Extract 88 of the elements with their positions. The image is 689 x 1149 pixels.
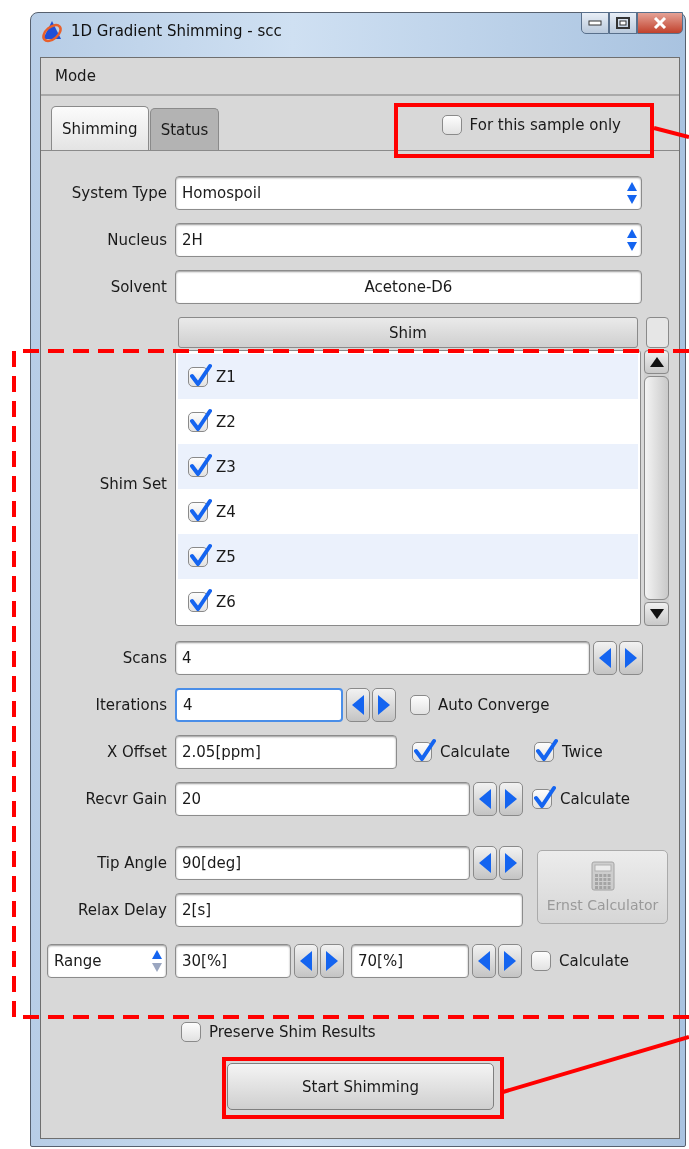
text-field[interactable]: 2.05[ppm] [175,735,397,769]
increase-button[interactable] [372,688,396,722]
decrease-button[interactable] [346,688,370,722]
header-corner [646,317,669,348]
field-label: Shim Set [98,473,167,493]
left-triangle-icon [599,648,611,668]
text-field[interactable]: 90[deg] [175,846,470,880]
right-triangle-icon [326,951,338,971]
calculator-icon [590,860,615,891]
dropdown[interactable]: 2H [175,223,642,257]
menu-item[interactable]: Mode [55,67,96,85]
updown-arrows-icon [151,949,163,973]
checkbox[interactable] [181,1022,201,1042]
maximize-button[interactable] [609,12,637,34]
down-triangle-icon [649,609,664,619]
dropdown[interactable]: Homospoil [175,176,642,210]
decrease-button[interactable] [294,944,318,978]
text-field[interactable]: 4 [175,641,590,675]
minimize-button[interactable] [581,12,609,34]
maximize-icon [616,17,630,29]
column-header[interactable]: Shim [178,317,638,348]
left-triangle-icon [478,951,490,971]
checkbox-label: For this sample only [469,116,621,134]
left-triangle-icon [352,695,364,715]
dropdown[interactable]: Range [47,944,167,978]
checkbox-label: Z3 [216,457,236,476]
checkbox-label: Calculate [440,743,511,761]
right-triangle-icon [504,951,516,971]
increase-button[interactable] [320,944,344,978]
checkbox-label: Twice [562,743,603,761]
field-label: X Offset [105,743,167,761]
left-triangle-icon [479,789,491,809]
field-label: Recvr Gain [84,790,167,808]
checkbox[interactable] [534,742,555,762]
text-field[interactable]: 20 [175,782,470,816]
text-field[interactable]: 4 [175,688,343,722]
field-label: Iterations [94,696,167,714]
left-triangle-icon [300,951,312,971]
right-triangle-icon [505,789,517,809]
field-label: Scans [121,649,167,667]
updown-arrows-icon [626,181,638,205]
checkbox-label: Calculate [559,952,630,970]
increase-button[interactable] [498,944,522,978]
scrollbar[interactable] [644,350,669,626]
right-triangle-icon [378,695,390,715]
decrease-button[interactable] [473,782,497,816]
scroll-thumb[interactable] [644,376,669,600]
text-field[interactable]: 2[s] [175,893,523,927]
field-label: Relax Delay [77,901,167,919]
checkbox[interactable] [441,115,462,135]
field-label: Tip Angle [96,854,167,872]
tab[interactable]: Shimming [51,106,149,150]
increase-button[interactable] [499,782,523,816]
decrease-button[interactable] [593,641,617,675]
minimize-icon [588,20,602,26]
right-triangle-icon [505,853,517,873]
checkbox-label: Z4 [216,502,236,521]
left-triangle-icon [479,853,491,873]
up-triangle-icon [649,357,664,367]
increase-button[interactable] [499,846,523,880]
decrease-button[interactable] [473,846,497,880]
tab[interactable]: Status [149,108,220,150]
text-field[interactable]: 70[%] [351,944,469,978]
checkbox-label: Z1 [216,367,236,386]
app-logo-icon [41,19,63,43]
checkbox[interactable] [531,951,551,971]
checkbox-label: Calculate [560,790,631,808]
right-triangle-icon [625,648,637,668]
checkbox-label: Preserve Shim Results [209,1023,376,1041]
text-field[interactable]: 30[%] [175,944,291,978]
close-icon [653,17,667,29]
field-label: Solvent [109,278,167,296]
field-label: Nucleus [106,231,167,249]
text-field[interactable]: Acetone-D6 [175,270,642,304]
window-title: 1D Gradient Shimming - scc [71,22,282,40]
checkbox-label: Auto Converge [438,696,550,714]
checkbox-label: Z6 [216,592,236,611]
scroll-down-button[interactable] [644,602,669,626]
checkbox-label: Z2 [216,412,236,431]
close-button[interactable] [637,12,683,34]
field-label: System Type [70,184,167,202]
updown-arrows-icon [626,228,638,252]
decrease-button[interactable] [472,944,496,978]
increase-button[interactable] [619,641,643,675]
checkbox-label: Z5 [216,547,236,566]
leader-line [653,126,689,139]
start-shimming-button[interactable]: Start Shimming [227,1063,494,1110]
checkbox[interactable] [410,695,430,715]
